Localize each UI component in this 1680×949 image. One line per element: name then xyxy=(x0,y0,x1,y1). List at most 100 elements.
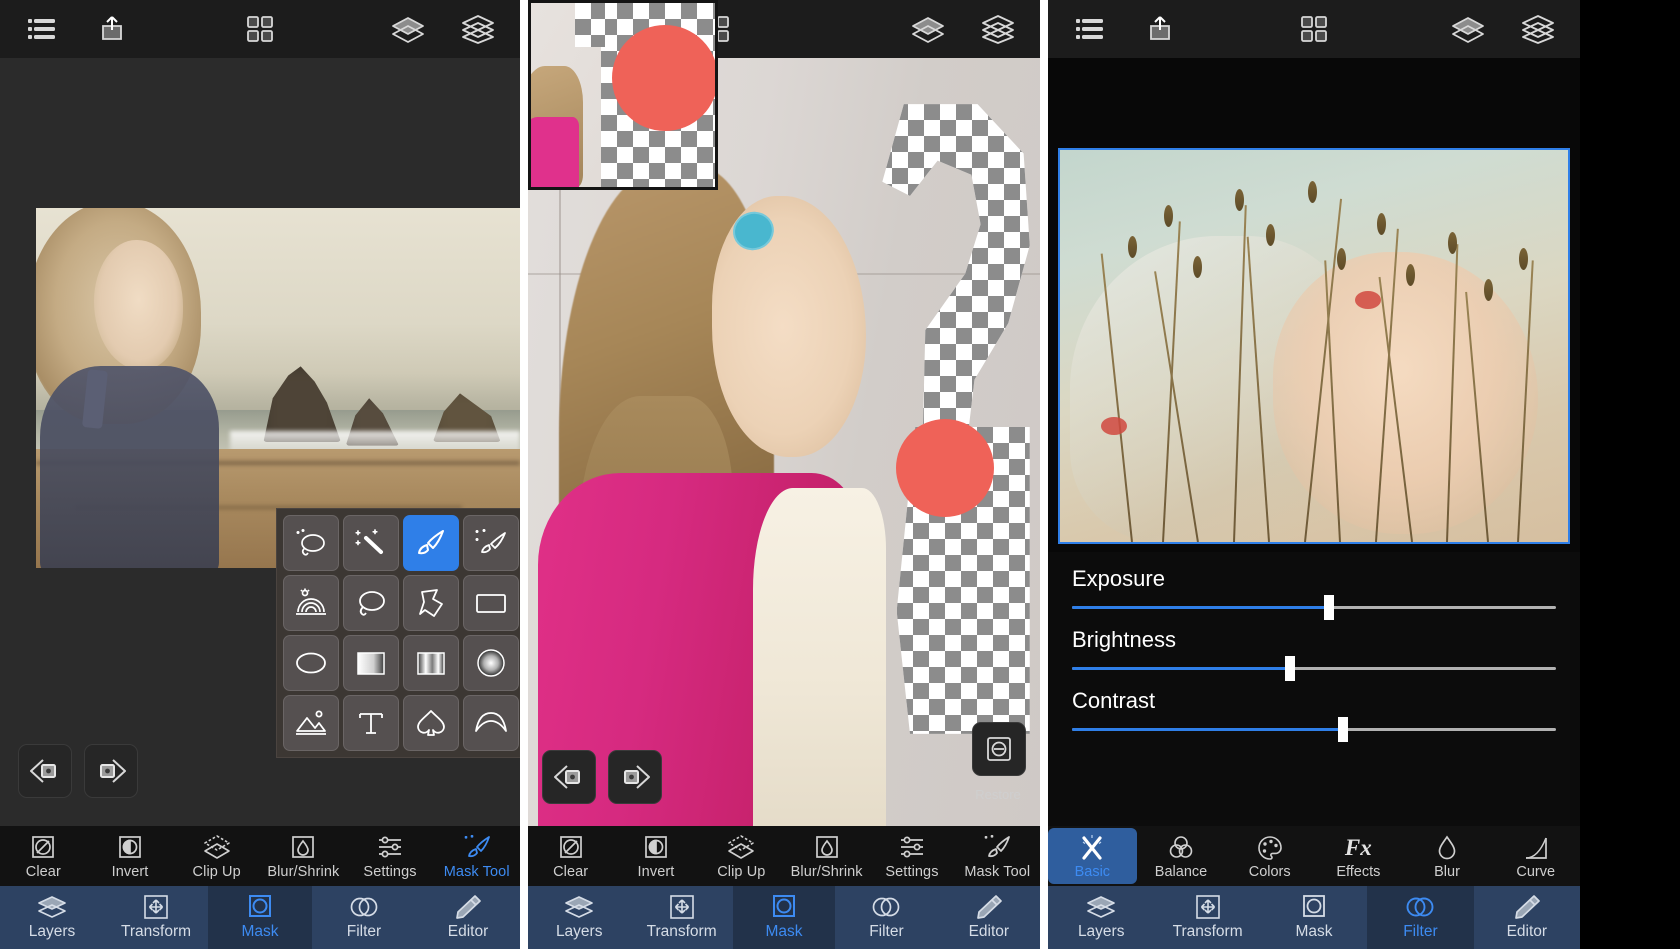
effects-tab[interactable]: Fx Effects xyxy=(1314,828,1403,884)
nav-layers[interactable]: Layers xyxy=(528,886,630,949)
nav-mask[interactable]: Mask xyxy=(208,886,312,949)
nav-filter-label: Filter xyxy=(346,923,382,940)
contrast-knob[interactable] xyxy=(1338,717,1349,742)
nav-editor-label: Editor xyxy=(968,923,1010,940)
mirror-gradient-icon[interactable] xyxy=(403,635,459,691)
mask-preview-thumbnail[interactable] xyxy=(528,0,718,190)
layers-single-icon[interactable] xyxy=(1444,9,1492,49)
clip-up-button[interactable]: Clip Up xyxy=(173,833,260,880)
invert-button[interactable]: Invert xyxy=(613,833,698,880)
rectangle-icon[interactable] xyxy=(463,575,519,631)
nav-filter[interactable]: Filter xyxy=(835,886,937,949)
brightness-slider[interactable]: Brightness xyxy=(1072,627,1556,681)
layers-stack-icon[interactable] xyxy=(454,9,502,49)
polygon-icon[interactable] xyxy=(403,575,459,631)
previous-layer-button[interactable] xyxy=(542,750,596,804)
curve-mask-icon[interactable] xyxy=(463,695,519,751)
layers-stack-icon[interactable] xyxy=(974,9,1022,49)
mask-tool-grid[interactable] xyxy=(276,508,520,758)
nav-layers[interactable]: Layers xyxy=(1048,886,1154,949)
nav-layers[interactable]: Layers xyxy=(0,886,104,949)
palette-icon xyxy=(1255,833,1285,863)
blur-label: Blur xyxy=(1434,863,1460,880)
brush-icon[interactable] xyxy=(403,515,459,571)
colors-tab[interactable]: Colors xyxy=(1225,828,1314,884)
nav-filter[interactable]: Filter xyxy=(312,886,416,949)
canvas-stage-right[interactable]: Exposure Brightness Contrast xyxy=(1048,58,1580,826)
blur-tab[interactable]: Blur xyxy=(1403,828,1492,884)
mask-tool-button[interactable]: Mask Tool xyxy=(433,833,520,880)
shape-mask-icon[interactable] xyxy=(403,695,459,751)
magic-wand-icon[interactable] xyxy=(343,515,399,571)
clear-button[interactable]: Clear xyxy=(0,833,87,880)
layers-single-icon[interactable] xyxy=(904,9,952,49)
curve-label: Curve xyxy=(1516,863,1556,880)
layers-single-icon[interactable] xyxy=(384,9,432,49)
restore-button[interactable] xyxy=(972,722,1026,776)
text-mask-icon[interactable] xyxy=(343,695,399,751)
settings-button[interactable]: Settings xyxy=(347,833,434,880)
mask-context-toolbar: Clear Invert Clip Up Blur/Shrink Setting… xyxy=(528,826,1040,886)
blur-shrink-button[interactable]: Blur/Shrink xyxy=(260,833,347,880)
nav-mask-label: Mask xyxy=(241,923,279,940)
share-export-icon[interactable] xyxy=(1136,9,1184,49)
nav-editor[interactable]: Editor xyxy=(416,886,520,949)
next-layer-button[interactable] xyxy=(84,744,138,798)
magic-lasso-icon[interactable] xyxy=(283,515,339,571)
mask-context-toolbar: Clear Invert Clip Up Blur/Shrink Setting… xyxy=(0,826,520,886)
layer-nav-buttons xyxy=(18,744,138,798)
grid-layout-icon[interactable] xyxy=(1290,9,1338,49)
clip-up-button[interactable]: Clip Up xyxy=(699,833,784,880)
magic-brush-icon[interactable] xyxy=(463,515,519,571)
exposure-slider[interactable]: Exposure xyxy=(1072,566,1556,620)
radial-gradient-icon[interactable] xyxy=(463,635,519,691)
bottom-nav-left: Layers Transform Mask Filter Editor xyxy=(0,886,520,949)
filter-preview-canvas[interactable] xyxy=(1058,148,1570,544)
gradient-rainbow-icon[interactable] xyxy=(283,575,339,631)
exposure-track[interactable] xyxy=(1072,595,1556,620)
nav-filter[interactable]: Filter xyxy=(1367,886,1474,949)
exposure-knob[interactable] xyxy=(1323,595,1334,620)
blur-shrink-button[interactable]: Blur/Shrink xyxy=(784,833,869,880)
nav-mask[interactable]: Mask xyxy=(732,886,836,949)
grid-layout-icon[interactable] xyxy=(236,9,284,49)
settings-label: Settings xyxy=(885,863,939,880)
brightness-fill xyxy=(1072,667,1290,670)
list-menu-icon[interactable] xyxy=(1066,9,1114,49)
curve-tab[interactable]: Curve xyxy=(1491,828,1580,884)
invert-button[interactable]: Invert xyxy=(87,833,174,880)
nav-transform[interactable]: Transform xyxy=(630,886,732,949)
share-export-icon[interactable] xyxy=(88,9,136,49)
blur-shrink-label: Blur/Shrink xyxy=(267,863,340,880)
contrast-slider[interactable]: Contrast xyxy=(1072,688,1556,742)
girl-portrait-overlay xyxy=(36,208,259,568)
brightness-knob[interactable] xyxy=(1284,656,1295,681)
brightness-track[interactable] xyxy=(1072,656,1556,681)
ellipse-icon[interactable] xyxy=(283,635,339,691)
seed-pod xyxy=(1483,279,1493,302)
nav-editor[interactable]: Editor xyxy=(938,886,1040,949)
next-layer-button[interactable] xyxy=(608,750,662,804)
layers-stack-icon[interactable] xyxy=(1514,9,1562,49)
clear-button[interactable]: Clear xyxy=(528,833,613,880)
contrast-track[interactable] xyxy=(1072,717,1556,742)
image-mask-icon[interactable] xyxy=(283,695,339,751)
previous-layer-button[interactable] xyxy=(18,744,72,798)
blur-shrink-label: Blur/Shrink xyxy=(790,863,863,880)
nav-mask-label: Mask xyxy=(1295,923,1333,940)
nav-mask[interactable]: Mask xyxy=(1261,886,1367,949)
lasso-icon[interactable] xyxy=(343,575,399,631)
clear-label: Clear xyxy=(25,863,61,880)
nav-editor[interactable]: Editor xyxy=(1474,886,1580,949)
basic-tab[interactable]: Basic xyxy=(1048,828,1137,884)
linear-gradient-icon[interactable] xyxy=(343,635,399,691)
nav-transform[interactable]: Transform xyxy=(104,886,208,949)
white-dress xyxy=(753,488,887,826)
balance-tab[interactable]: Balance xyxy=(1137,828,1226,884)
list-menu-icon[interactable] xyxy=(18,9,66,49)
mask-tool-button[interactable]: Mask Tool xyxy=(955,833,1040,880)
nav-transform[interactable]: Transform xyxy=(1154,886,1260,949)
settings-button[interactable]: Settings xyxy=(869,833,954,880)
basic-label: Basic xyxy=(1074,863,1111,880)
seed-pod xyxy=(1376,212,1386,235)
